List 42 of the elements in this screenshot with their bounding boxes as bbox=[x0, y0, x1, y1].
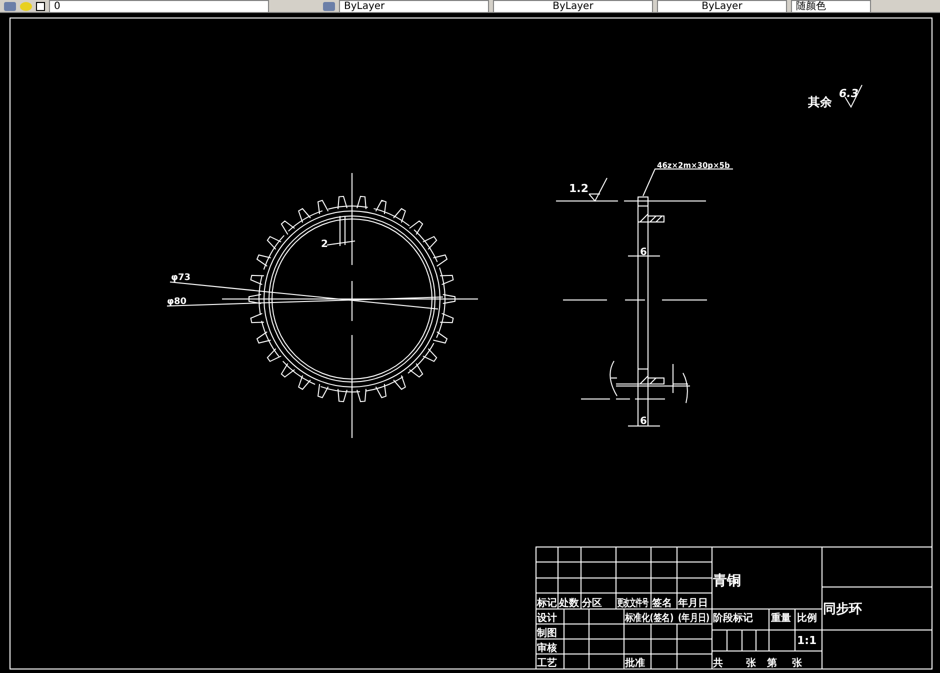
table-header: (年月日) bbox=[678, 613, 710, 624]
layers-icon[interactable] bbox=[323, 2, 335, 10]
dimension-text: 6 bbox=[640, 416, 647, 427]
table-header: 分区 bbox=[582, 598, 602, 609]
table-header: 批准 bbox=[625, 658, 645, 669]
roughness-symbol bbox=[588, 178, 608, 202]
sheet-label: 第 bbox=[767, 658, 777, 669]
table-header: 阶段标记 bbox=[713, 613, 753, 624]
row-label: 制图 bbox=[537, 628, 557, 639]
roughness-value: 1.2 bbox=[569, 182, 588, 195]
layer-dropdown[interactable]: 0 bbox=[49, 0, 269, 12]
table-header: 更改文件号 bbox=[617, 596, 648, 608]
roughness-value: 6.3 bbox=[839, 87, 858, 100]
row-label: 工艺 bbox=[537, 658, 557, 669]
dimension-text: 2 bbox=[321, 239, 328, 250]
square-icon[interactable] bbox=[36, 2, 45, 10]
row-label: 设计 bbox=[537, 613, 557, 624]
dimension-text: 6 bbox=[640, 247, 647, 258]
linetype-dropdown[interactable]: ByLayer bbox=[493, 0, 653, 12]
table-header: 重量 bbox=[771, 613, 791, 624]
dimension-line bbox=[326, 216, 356, 246]
table-header: 比例 bbox=[797, 613, 817, 624]
sheet-label: 张 bbox=[746, 658, 756, 669]
sheet-label: 张 bbox=[792, 658, 802, 669]
table-header: 标准化(签名) bbox=[625, 612, 674, 624]
chamfer-note: 46z×2m×30p×5b bbox=[657, 160, 730, 170]
diameter-dimension: φ73 bbox=[171, 273, 191, 283]
layers-icon[interactable] bbox=[4, 2, 16, 10]
scale-value: 1:1 bbox=[797, 634, 817, 647]
sheet-label: 共 bbox=[713, 658, 723, 669]
table-header: 签名 bbox=[652, 598, 672, 609]
table-header: 处数 bbox=[559, 598, 579, 609]
plot-style-dropdown[interactable]: 随颜色 bbox=[791, 0, 871, 12]
lineweight-dropdown[interactable]: ByLayer bbox=[657, 0, 787, 12]
table-header: 标记 bbox=[537, 598, 557, 609]
table-header: 年月日 bbox=[678, 598, 708, 609]
diameter-dimension: φ80 bbox=[167, 297, 187, 307]
material-text: 青铜 bbox=[713, 573, 741, 589]
color-dropdown[interactable]: ByLayer bbox=[339, 0, 489, 12]
roughness-label: 其余 bbox=[808, 95, 832, 109]
part-name-text: 同步环 bbox=[823, 602, 862, 617]
row-label: 审核 bbox=[537, 643, 557, 654]
